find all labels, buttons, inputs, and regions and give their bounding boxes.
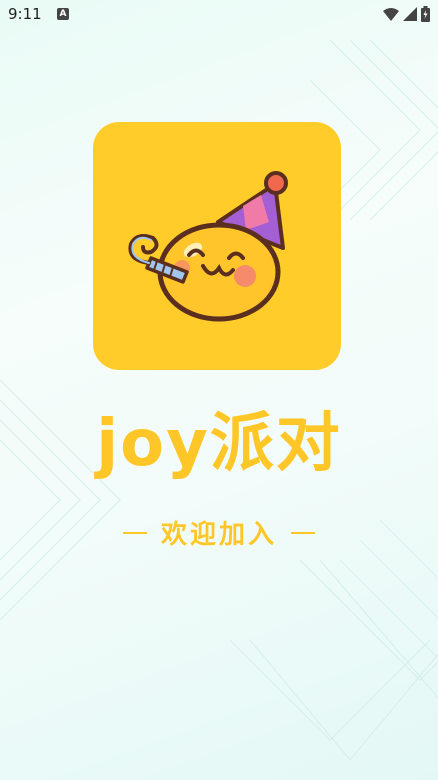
- app-name-title: joy派对: [96, 407, 342, 481]
- status-time: 9:11: [8, 5, 42, 23]
- splash-screen: 9:11 A joy派对 欢迎加入: [0, 0, 438, 780]
- welcome-row: 欢迎加入: [0, 514, 438, 551]
- welcome-text: 欢迎加入: [160, 520, 277, 550]
- app-logo: [93, 122, 341, 370]
- status-bar: 9:11 A: [0, 0, 438, 30]
- background-pattern: [0, 39, 438, 761]
- status-icons: [383, 6, 430, 22]
- welcome-divider-left: [122, 531, 147, 534]
- party-smiley-with-hat-icon: [128, 171, 288, 322]
- battery-icon: [421, 6, 430, 22]
- wifi-icon: [383, 7, 399, 21]
- android-notification-icon: A: [57, 8, 69, 20]
- welcome-divider-right: [291, 531, 315, 534]
- signal-icon: [403, 7, 417, 21]
